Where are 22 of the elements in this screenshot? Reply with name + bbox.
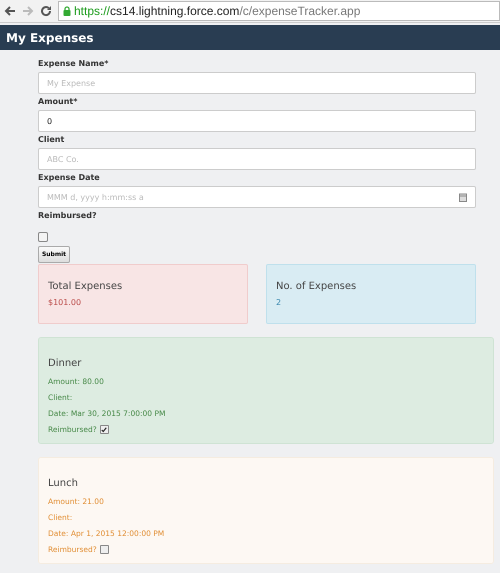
calendar-icon[interactable] — [459, 192, 467, 202]
field-label: Expense Name* — [38, 58, 110, 70]
lock-icon — [63, 6, 71, 16]
checkbox[interactable] — [100, 545, 109, 554]
page-title: My Expenses — [6, 30, 94, 44]
url-text: https://cs14.lightning.force.com/c/expenseTracker.app — [74, 4, 360, 18]
card-value: 2 — [276, 298, 282, 307]
input-field[interactable]: 0 — [38, 110, 476, 132]
card-value: $101.00 — [48, 298, 82, 307]
field-label: Expense Date — [38, 172, 101, 184]
checkbox[interactable] — [38, 232, 48, 242]
card-title: No. of Expenses — [276, 281, 358, 292]
back-icon[interactable] — [4, 5, 16, 17]
expense-name: Dinner — [48, 358, 82, 369]
reload-icon[interactable] — [40, 5, 52, 17]
checkbox[interactable] — [100, 425, 109, 434]
expense-name: Lunch — [48, 478, 79, 489]
field-label: Client — [38, 134, 66, 146]
address-bar[interactable]: https://cs14.lightning.force.com/c/expenseTracker.app — [58, 1, 500, 21]
card-title: Total Expenses — [48, 281, 124, 292]
field-label: Reimbursed? — [38, 210, 98, 222]
field-label: Amount* — [38, 96, 78, 108]
